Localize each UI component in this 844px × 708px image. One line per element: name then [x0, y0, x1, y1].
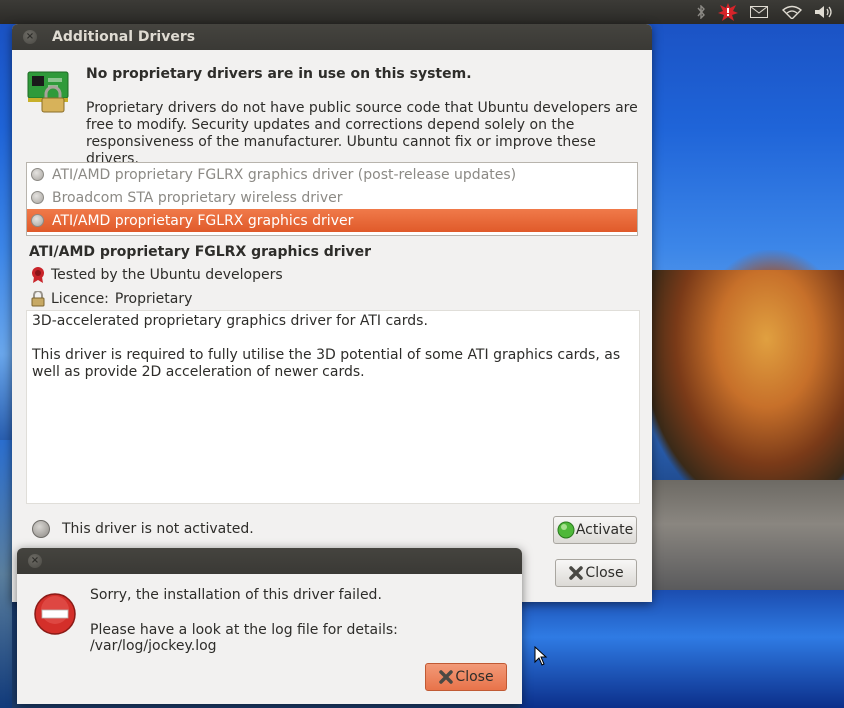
tested-line: Tested by the Ubuntu developers — [29, 266, 283, 284]
activation-status: This driver is not activated. — [32, 520, 254, 538]
wallpaper-beach — [650, 480, 844, 590]
description-paragraph: This driver is required to fully utilise… — [32, 347, 621, 380]
licence-line: Licence: Proprietary — [29, 290, 192, 308]
bluetooth-icon[interactable] — [692, 0, 710, 24]
description-paragraph: 3D-accelerated proprietary graphics driv… — [32, 313, 428, 329]
mail-icon[interactable] — [748, 0, 770, 24]
driver-label: ATI/AMD proprietary FGLRX graphics drive… — [52, 166, 517, 183]
driver-radio[interactable] — [31, 191, 44, 204]
error-dialog: × Sorry, the installation of this driver… — [17, 548, 522, 704]
error-log-detail: Please have a look at the log file for d… — [90, 622, 398, 654]
error-close-button[interactable]: Close — [425, 663, 507, 691]
licence-value: Proprietary — [114, 291, 193, 307]
dialog-close-icon[interactable]: × — [28, 554, 42, 568]
activate-label: Activate — [575, 522, 634, 538]
driver-description-box[interactable]: 3D-accelerated proprietary graphics driv… — [26, 310, 640, 504]
error-dialog-title-bar[interactable]: × — [17, 548, 522, 574]
window-close-icon[interactable]: × — [23, 30, 37, 44]
close-x-icon — [568, 565, 584, 581]
driver-label: ATI/AMD proprietary FGLRX graphics drive… — [52, 212, 354, 229]
title-bar[interactable]: × Additional Drivers — [12, 24, 652, 50]
mouse-pointer-icon — [534, 645, 548, 666]
hardware-lock-icon — [26, 68, 70, 113]
activate-icon — [557, 521, 575, 539]
certified-seal-icon — [29, 266, 47, 284]
top-panel — [0, 0, 844, 24]
wifi-icon[interactable] — [780, 0, 804, 24]
wallpaper-mountain — [650, 270, 844, 500]
error-message: Sorry, the installation of this driver f… — [90, 587, 382, 603]
wallpaper-left-strip — [0, 440, 12, 708]
tested-text: Tested by the Ubuntu developers — [51, 267, 283, 283]
driver-radio[interactable] — [31, 214, 44, 227]
status-text: This driver is not activated. — [62, 521, 254, 537]
volume-icon[interactable] — [812, 0, 836, 24]
proprietary-description: Proprietary drivers do not have public s… — [86, 100, 638, 167]
activate-button[interactable]: Activate — [553, 516, 637, 544]
driver-item[interactable]: Broadcom STA proprietary wireless driver — [27, 186, 637, 209]
wallpaper-sea — [520, 590, 844, 708]
driver-label: Broadcom STA proprietary wireless driver — [52, 189, 343, 206]
driver-item-selected[interactable]: ATI/AMD proprietary FGLRX graphics drive… — [27, 209, 637, 232]
error-close-label: Close — [455, 669, 494, 685]
close-label: Close — [585, 565, 624, 581]
padlock-icon — [29, 290, 47, 308]
additional-drivers-window: × Additional Drivers No proprietary driv… — [12, 24, 652, 602]
driver-radio[interactable] — [31, 168, 44, 181]
no-drivers-headline: No proprietary drivers are in use on thi… — [86, 66, 472, 82]
error-icon — [33, 592, 77, 636]
close-x-icon — [438, 669, 454, 685]
window-title: Additional Drivers — [52, 29, 196, 45]
close-button[interactable]: Close — [555, 559, 637, 587]
driver-list: ATI/AMD proprietary FGLRX graphics drive… — [26, 162, 638, 236]
licence-label: Licence: — [51, 291, 109, 307]
update-alert-icon[interactable] — [717, 0, 739, 24]
driver-item[interactable]: ATI/AMD proprietary FGLRX graphics drive… — [27, 163, 637, 186]
status-indicator-icon — [32, 520, 50, 538]
driver-detail-title: ATI/AMD proprietary FGLRX graphics drive… — [29, 244, 372, 260]
